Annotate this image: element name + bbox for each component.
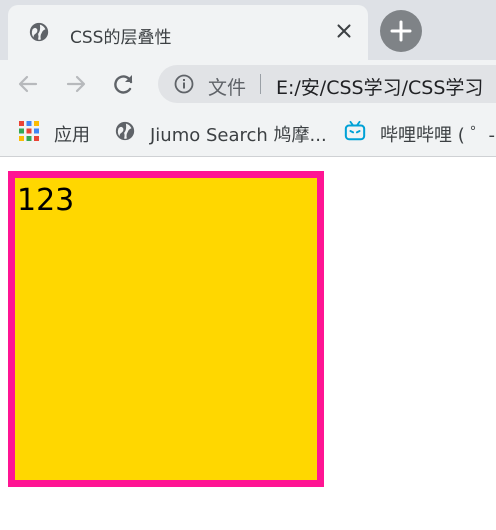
arrow-right-icon[interactable]	[62, 70, 90, 98]
layered-box: 123	[8, 171, 324, 487]
globe-icon	[115, 121, 135, 141]
browser-window: CSS的层叠性 文件 E:/安/CSS学习/CSS学习 应用 Jiumo Sea…	[0, 0, 496, 530]
new-tab-button[interactable]	[380, 10, 422, 52]
apps-grid-icon	[19, 121, 39, 141]
reload-icon[interactable]	[110, 70, 138, 98]
address-bar[interactable]: 文件 E:/安/CSS学习/CSS学习	[158, 65, 496, 103]
toolbar: 文件 E:/安/CSS学习/CSS学习	[0, 60, 496, 108]
tab-title: CSS的层叠性	[70, 28, 172, 48]
tab-strip: CSS的层叠性	[0, 0, 496, 60]
bilibili-icon	[344, 120, 366, 141]
address-file-label: 文件	[208, 77, 247, 99]
address-separator	[260, 74, 261, 94]
close-icon[interactable]	[333, 20, 355, 42]
bookmark-label: 应用	[54, 125, 90, 146]
box-text: 123	[17, 183, 75, 218]
arrow-left-icon[interactable]	[14, 70, 42, 98]
address-url[interactable]: E:/安/CSS学习/CSS学习	[276, 73, 483, 100]
tab-css-layering[interactable]: CSS的层叠性	[8, 5, 368, 60]
page-content: 123	[0, 157, 496, 530]
bookmarks-bar: 应用 Jiumo Search 鸠摩... 哔哩哔哩 ( ゜-	[0, 108, 496, 157]
plus-icon	[390, 20, 412, 42]
bookmark-label: 哔哩哔哩 ( ゜-	[380, 125, 495, 146]
info-icon[interactable]	[174, 74, 194, 94]
globe-icon	[29, 22, 49, 42]
bookmark-label: Jiumo Search 鸠摩...	[150, 125, 327, 146]
